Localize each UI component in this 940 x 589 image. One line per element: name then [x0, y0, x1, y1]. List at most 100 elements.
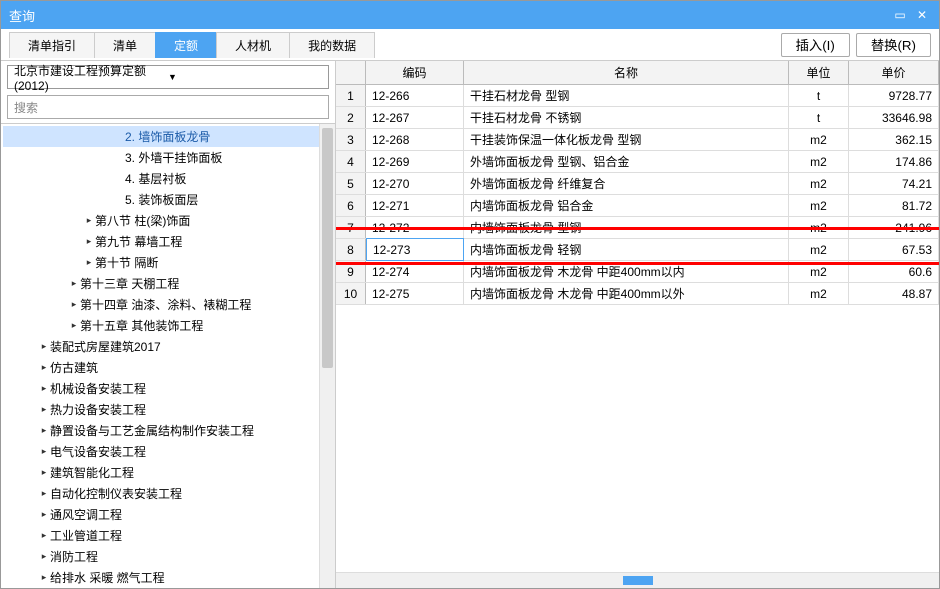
cell-price[interactable]: 67.53 [849, 239, 939, 260]
tree-item[interactable]: 5. 装饰板面层 [3, 189, 335, 210]
tree-item[interactable]: 2. 墙饰面板龙骨 [3, 126, 335, 147]
expand-icon[interactable]: ▸ [38, 362, 50, 373]
replace-button[interactable]: 替换(R) [856, 33, 931, 57]
cell-price[interactable]: 48.87 [849, 283, 939, 304]
tree-item[interactable]: ▸第八节 柱(梁)饰面 [3, 210, 335, 231]
tree-item[interactable]: 3. 外墙干挂饰面板 [3, 147, 335, 168]
expand-icon[interactable]: ▸ [38, 551, 50, 562]
cell-price[interactable]: 33646.98 [849, 107, 939, 128]
cell-price[interactable]: 9728.77 [849, 85, 939, 106]
cell-name[interactable]: 外墙饰面板龙骨 型钢、铝合金 [464, 151, 789, 172]
tab-4[interactable]: 我的数据 [289, 32, 375, 58]
cell-name[interactable]: 外墙饰面板龙骨 纤维复合 [464, 173, 789, 194]
scrollbar-thumb[interactable] [623, 576, 653, 585]
cell-price[interactable]: 81.72 [849, 195, 939, 216]
tree-item[interactable]: ▸工业管道工程 [3, 525, 335, 546]
insert-button[interactable]: 插入(I) [781, 33, 850, 57]
cell-name[interactable]: 内墙饰面板龙骨 轻钢 [464, 239, 789, 260]
expand-icon[interactable]: ▸ [38, 446, 50, 457]
table-row[interactable]: 412-269外墙饰面板龙骨 型钢、铝合金m2174.86 [336, 151, 939, 173]
cell-unit[interactable]: m2 [789, 283, 849, 304]
expand-icon[interactable]: ▸ [38, 509, 50, 520]
cell-unit[interactable]: t [789, 85, 849, 106]
cell-name[interactable]: 干挂装饰保温一体化板龙骨 型钢 [464, 129, 789, 150]
cell-unit[interactable]: t [789, 107, 849, 128]
cell-unit[interactable]: m2 [789, 173, 849, 194]
expand-icon[interactable]: ▸ [38, 383, 50, 394]
tree-item[interactable]: ▸第十三章 天棚工程 [3, 273, 335, 294]
minimize-icon[interactable]: ▭ [891, 6, 909, 24]
cell-name[interactable]: 内墙饰面板龙骨 木龙骨 中距400mm以外 [464, 283, 789, 304]
tab-0[interactable]: 清单指引 [9, 32, 95, 58]
cell-name[interactable]: 干挂石材龙骨 型钢 [464, 85, 789, 106]
cell-name[interactable]: 内墙饰面板龙骨 铝合金 [464, 195, 789, 216]
table-row[interactable]: 312-268干挂装饰保温一体化板龙骨 型钢m2362.15 [336, 129, 939, 151]
tree-item[interactable]: ▸热力设备安装工程 [3, 399, 335, 420]
scrollbar-thumb[interactable] [322, 128, 333, 368]
tree-item[interactable]: ▸仿古建筑 [3, 357, 335, 378]
table-row[interactable]: 1012-275内墙饰面板龙骨 木龙骨 中距400mm以外m248.87 [336, 283, 939, 305]
expand-icon[interactable]: ▸ [68, 278, 80, 289]
expand-icon[interactable]: ▸ [38, 530, 50, 541]
cell-price[interactable]: 74.21 [849, 173, 939, 194]
table-row[interactable]: 112-266干挂石材龙骨 型钢t9728.77 [336, 85, 939, 107]
cell-code[interactable]: 12-267 [366, 107, 464, 128]
cell-unit[interactable]: m2 [789, 151, 849, 172]
expand-icon[interactable]: ▸ [83, 215, 95, 226]
tree-item[interactable]: ▸第十四章 油漆、涂料、裱糊工程 [3, 294, 335, 315]
table-row[interactable]: 912-274内墙饰面板龙骨 木龙骨 中距400mm以内m260.6 [336, 261, 939, 283]
tree-scrollbar[interactable] [319, 124, 335, 588]
tree-item[interactable]: ▸消防工程 [3, 546, 335, 567]
expand-icon[interactable]: ▸ [38, 341, 50, 352]
tree-item[interactable]: ▸装配式房屋建筑2017 [3, 336, 335, 357]
cell-name[interactable]: 内墙饰面板龙骨 型钢 [464, 217, 789, 238]
cell-unit[interactable]: m2 [789, 129, 849, 150]
table-row[interactable]: 712-272内墙饰面板龙骨 型钢m2241.96 [336, 217, 939, 239]
tree-item[interactable]: ▸电气设备安装工程 [3, 441, 335, 462]
cell-name[interactable]: 内墙饰面板龙骨 木龙骨 中距400mm以内 [464, 261, 789, 282]
tab-1[interactable]: 清单 [94, 32, 156, 58]
tree-item[interactable]: ▸给排水 采暖 燃气工程 [3, 567, 335, 588]
expand-icon[interactable]: ▸ [68, 320, 80, 331]
cell-code[interactable]: 12-268 [366, 129, 464, 150]
expand-icon[interactable]: ▸ [68, 299, 80, 310]
tree-item[interactable]: 4. 基层衬板 [3, 168, 335, 189]
cell-code[interactable]: 12-266 [366, 85, 464, 106]
cell-code[interactable]: 12-274 [366, 261, 464, 282]
tab-3[interactable]: 人材机 [216, 32, 290, 58]
tree-item[interactable]: ▸第十节 隔断 [3, 252, 335, 273]
expand-icon[interactable]: ▸ [38, 467, 50, 478]
tree-item[interactable]: ▸第十五章 其他装饰工程 [3, 315, 335, 336]
expand-icon[interactable]: ▸ [38, 572, 50, 583]
expand-icon[interactable]: ▸ [83, 236, 95, 247]
cell-name[interactable]: 干挂石材龙骨 不锈钢 [464, 107, 789, 128]
search-input[interactable]: 搜索 [7, 95, 329, 119]
col-code[interactable]: 编码 [366, 61, 464, 84]
tree-item[interactable]: ▸机械设备安装工程 [3, 378, 335, 399]
cell-price[interactable]: 60.6 [849, 261, 939, 282]
expand-icon[interactable]: ▸ [38, 425, 50, 436]
quota-select[interactable]: 北京市建设工程预算定额(2012) ▼ [7, 65, 329, 89]
table-row[interactable]: 812-273内墙饰面板龙骨 轻钢m267.53 [336, 239, 939, 261]
grid-h-scrollbar[interactable] [336, 572, 939, 588]
tree-item[interactable]: ▸自动化控制仪表安装工程 [3, 483, 335, 504]
close-icon[interactable]: ✕ [913, 6, 931, 24]
cell-price[interactable]: 362.15 [849, 129, 939, 150]
tree-item[interactable]: ▸通风空调工程 [3, 504, 335, 525]
cell-code[interactable]: 12-275 [366, 283, 464, 304]
cell-code[interactable]: 12-269 [366, 151, 464, 172]
col-price[interactable]: 单价 [849, 61, 939, 84]
expand-icon[interactable]: ▸ [38, 488, 50, 499]
cell-code[interactable]: 12-271 [366, 195, 464, 216]
cell-price[interactable]: 174.86 [849, 151, 939, 172]
tree-item[interactable]: ▸静置设备与工艺金属结构制作安装工程 [3, 420, 335, 441]
cell-unit[interactable]: m2 [789, 239, 849, 260]
tab-2[interactable]: 定额 [155, 32, 217, 58]
cell-unit[interactable]: m2 [789, 261, 849, 282]
tree-item[interactable]: ▸第九节 幕墙工程 [3, 231, 335, 252]
col-unit[interactable]: 单位 [789, 61, 849, 84]
expand-icon[interactable]: ▸ [83, 257, 95, 268]
cell-unit[interactable]: m2 [789, 217, 849, 238]
expand-icon[interactable]: ▸ [38, 404, 50, 415]
cell-code[interactable]: 12-272 [366, 217, 464, 238]
